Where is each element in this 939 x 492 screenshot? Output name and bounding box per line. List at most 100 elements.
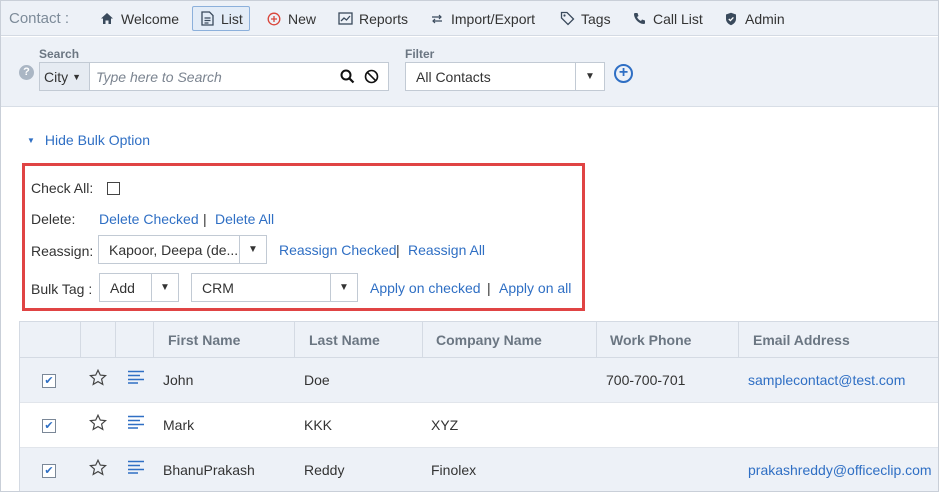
- cell-email-address[interactable]: prakashreddy@officeclip.com: [748, 462, 932, 478]
- chevron-down-icon[interactable]: ▼: [239, 236, 266, 263]
- contacts-table: First Name Last Name Company Name Work P…: [19, 321, 938, 491]
- plus-circle-icon: [266, 11, 282, 27]
- header-last-name[interactable]: Last Name: [295, 322, 423, 358]
- header-company-name[interactable]: Company Name: [423, 322, 597, 358]
- separator: |: [396, 242, 400, 258]
- search-input[interactable]: Type here to Search: [89, 62, 389, 91]
- header-select-col: [20, 322, 81, 358]
- apply-on-checked-link[interactable]: Apply on checked: [370, 280, 481, 296]
- delete-checked-link[interactable]: Delete Checked: [99, 211, 199, 227]
- app-frame: Contact : Welcome List New Reports Impor…: [0, 0, 939, 492]
- bulk-tag-value: CRM: [202, 279, 234, 296]
- chevron-down-icon: ▼: [72, 71, 82, 82]
- header-company-name-label: Company Name: [436, 332, 542, 348]
- header-last-name-label: Last Name: [309, 332, 380, 348]
- hide-bulk-toggle[interactable]: ▼ Hide Bulk Option: [27, 132, 150, 148]
- bulk-options-panel: Check All: Delete: Delete Checked | Dele…: [22, 163, 585, 311]
- nav-reports[interactable]: Reports: [331, 6, 414, 31]
- shield-icon: [723, 11, 739, 27]
- table-row[interactable]: ✔ John Doe 700-700-701 samplecontact@tes…: [20, 358, 938, 403]
- hide-bulk-label: Hide Bulk Option: [44, 132, 150, 148]
- header-work-phone-label: Work Phone: [610, 332, 692, 348]
- header-first-name-label: First Name: [168, 332, 241, 348]
- separator: |: [203, 211, 207, 227]
- header-work-phone[interactable]: Work Phone: [597, 322, 739, 358]
- nav-call-list-label: Call List: [653, 10, 703, 27]
- help-icon[interactable]: ?: [19, 65, 34, 80]
- search-bar: Search ? City ▼ Type here to Search Filt…: [1, 37, 938, 107]
- table-row[interactable]: ✔ Mark KKK XYZ: [20, 403, 938, 448]
- bulk-tag-label: Bulk Tag :: [31, 281, 93, 297]
- search-field-select[interactable]: City ▼: [39, 62, 90, 91]
- arrows-icon: [429, 11, 445, 27]
- star-icon[interactable]: [88, 368, 108, 389]
- filter-select[interactable]: All Contacts ▼: [405, 62, 605, 91]
- notes-icon[interactable]: [127, 370, 145, 387]
- cell-first-name: Mark: [163, 417, 195, 433]
- bulk-tag-action-value: Add: [110, 279, 135, 296]
- row-checkbox[interactable]: ✔: [42, 374, 56, 388]
- add-filter-icon[interactable]: +: [614, 64, 633, 83]
- phone-icon: [631, 11, 647, 27]
- reassign-all-link[interactable]: Reassign All: [408, 242, 485, 258]
- header-first-name[interactable]: First Name: [154, 322, 295, 358]
- tag-icon: [559, 11, 575, 27]
- table-row[interactable]: ✔ BhanuPrakash Reddy Finolex prakashredd…: [20, 448, 938, 491]
- cell-email-address[interactable]: samplecontact@test.com: [748, 372, 905, 388]
- delete-all-link[interactable]: Delete All: [215, 211, 274, 227]
- search-placeholder: Type here to Search: [96, 68, 222, 85]
- notes-icon[interactable]: [127, 460, 145, 477]
- nav-tags[interactable]: Tags: [553, 6, 617, 31]
- nav-list-label: List: [221, 10, 243, 27]
- top-nav: Contact : Welcome List New Reports Impor…: [1, 1, 938, 36]
- search-icon[interactable]: [340, 69, 355, 87]
- bulk-tag-action-select[interactable]: Add ▼: [99, 273, 179, 302]
- check-all-checkbox[interactable]: [107, 182, 120, 195]
- chevron-down-icon[interactable]: ▼: [151, 274, 178, 301]
- chevron-down-icon[interactable]: ▼: [575, 63, 604, 90]
- star-icon[interactable]: [88, 458, 108, 479]
- search-field-value: City: [44, 68, 69, 85]
- nav-new[interactable]: New: [260, 6, 322, 31]
- cell-work-phone: 700-700-701: [606, 372, 686, 388]
- row-checkbox[interactable]: ✔: [42, 419, 56, 433]
- nav-import-export-label: Import/Export: [451, 10, 536, 27]
- nav-reports-label: Reports: [359, 10, 409, 27]
- cell-last-name: Doe: [304, 372, 330, 388]
- reassign-checked-link[interactable]: Reassign Checked: [279, 242, 397, 258]
- header-email-address-label: Email Address: [753, 332, 850, 348]
- bulk-tag-select[interactable]: CRM ▼: [191, 273, 358, 302]
- cell-company-name: Finolex: [431, 462, 477, 478]
- header-email-address[interactable]: Email Address: [739, 322, 938, 358]
- search-label: Search: [39, 47, 80, 61]
- star-icon[interactable]: [88, 413, 108, 434]
- nav-admin[interactable]: Admin: [717, 6, 791, 31]
- check-all-label: Check All:: [31, 180, 94, 196]
- delete-label: Delete:: [31, 211, 76, 227]
- separator: |: [487, 280, 491, 296]
- nav-welcome[interactable]: Welcome: [93, 6, 185, 31]
- module-title: Contact :: [9, 10, 70, 27]
- clear-icon[interactable]: [364, 69, 379, 87]
- cell-company-name: XYZ: [431, 417, 459, 433]
- nav-list[interactable]: List: [192, 6, 250, 31]
- row-checkbox[interactable]: ✔: [42, 464, 56, 478]
- cell-first-name: BhanuPrakash: [163, 462, 255, 478]
- nav-import-export[interactable]: Import/Export: [423, 6, 541, 31]
- home-icon: [99, 11, 115, 27]
- nav-welcome-label: Welcome: [121, 10, 180, 27]
- nav-call-list[interactable]: Call List: [625, 6, 709, 31]
- nav-admin-label: Admin: [745, 10, 785, 27]
- cell-first-name: John: [163, 372, 194, 388]
- cell-last-name: Reddy: [304, 462, 345, 478]
- reassign-select[interactable]: Kapoor, Deepa (de... ▼: [98, 235, 267, 264]
- apply-on-all-link[interactable]: Apply on all: [499, 280, 571, 296]
- reassign-label: Reassign:: [31, 243, 94, 259]
- filter-label: Filter: [405, 47, 435, 61]
- cell-last-name: KKK: [304, 417, 333, 433]
- header-star-col: [81, 322, 116, 358]
- chart-icon: [337, 11, 353, 27]
- header-note-col: [116, 322, 154, 358]
- chevron-down-icon[interactable]: ▼: [330, 274, 357, 301]
- notes-icon[interactable]: [127, 415, 145, 432]
